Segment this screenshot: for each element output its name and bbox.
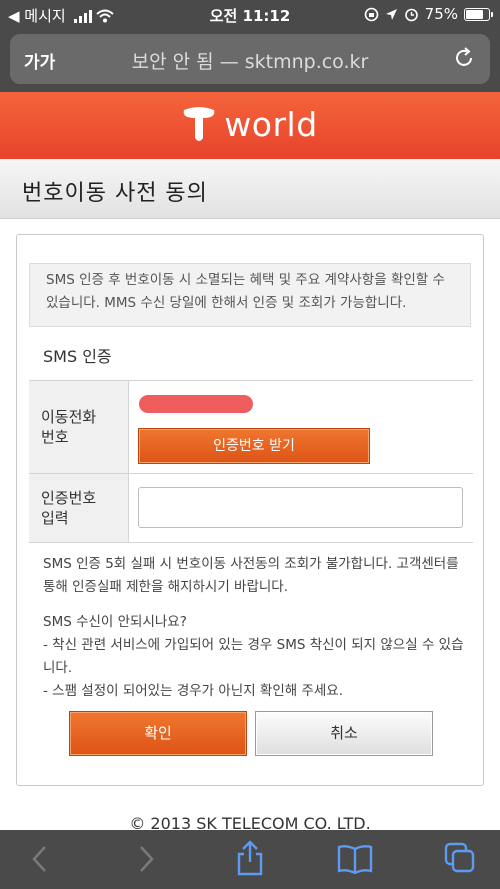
section-title: SMS 인증 [43,347,112,366]
back-icon[interactable] [30,844,50,874]
code-row: 인증번호입력 [29,474,473,543]
code-label-line1: 인증번호 [41,489,97,507]
faq-item-2: - 스팸 설정이 되어있는 경우가 아닌지 확인해 주세요. [43,683,344,699]
sms-form: 이동전화번호 인증번호 받기 인증번호입력 [29,380,473,543]
phone-label: 이동전화번호 [29,381,129,473]
battery-icon [464,7,493,21]
limit-notice: SMS 인증 5회 실패 시 번호이동 사전동의 조회가 불가합니다. 고객센터… [43,556,459,595]
t-logo-icon [183,107,215,141]
info-text: SMS 인증 5회 실패 시 번호이동 사전동의 조회가 불가합니다. 고객센터… [43,553,473,703]
bookmarks-icon[interactable] [336,844,374,874]
notice-box: SMS 인증 후 번호이동 시 소멸되는 혜택 및 주요 계약사항을 확인할 수… [29,263,471,327]
logo-text: world [224,104,318,144]
url-text[interactable]: 보안 안 됨 — sktmnp.co.kr [70,47,430,74]
phone-value: 인증번호 받기 [129,381,473,473]
code-label-line2: 입력 [41,509,69,527]
title-bar: 번호이동 사전 동의 [0,159,500,219]
faq-item-1: - 착신 관련 서비스에 가입되어 있는 경우 SMS 착신이 되지 않으실 수… [43,637,464,676]
status-right: 75% [364,5,493,23]
reload-icon[interactable] [452,46,476,70]
redacted-phone-number [139,395,253,413]
action-buttons: 확인 취소 [69,711,433,756]
forward-icon[interactable] [136,844,156,874]
battery-percent: 75% [424,5,458,23]
browser-toolbar [0,830,500,889]
brand-header: world [0,92,500,159]
code-input[interactable] [138,487,463,528]
phone-label-line1: 이동전화 [41,408,97,426]
tabs-icon[interactable] [444,842,476,874]
address-bar[interactable]: 가가 보안 안 됨 — sktmnp.co.kr [10,34,490,84]
browser-address-area: 가가 보안 안 됨 — sktmnp.co.kr [0,30,500,92]
phone-row: 이동전화번호 인증번호 받기 [29,381,473,474]
get-code-button[interactable]: 인증번호 받기 [138,428,370,464]
code-label: 인증번호입력 [29,474,129,542]
page-title: 번호이동 사전 동의 [22,181,208,206]
cancel-button[interactable]: 취소 [255,711,433,756]
share-icon[interactable] [234,840,266,876]
content-card: SMS 인증 후 번호이동 시 소멸되는 혜택 및 주요 계약사항을 확인할 수… [16,234,484,786]
text-size-button[interactable]: 가가 [24,48,55,73]
rotation-lock-icon [364,7,378,21]
alarm-icon [404,8,418,21]
phone-label-line2: 번호 [41,428,69,446]
faq-title: SMS 수신이 안되시나요? [43,614,187,630]
status-bar: ◀ 메시지 오전 11:12 75% [0,0,500,30]
code-value [129,474,473,542]
tworld-logo[interactable]: world [0,104,500,144]
confirm-button[interactable]: 확인 [69,711,247,756]
location-icon [385,8,397,20]
